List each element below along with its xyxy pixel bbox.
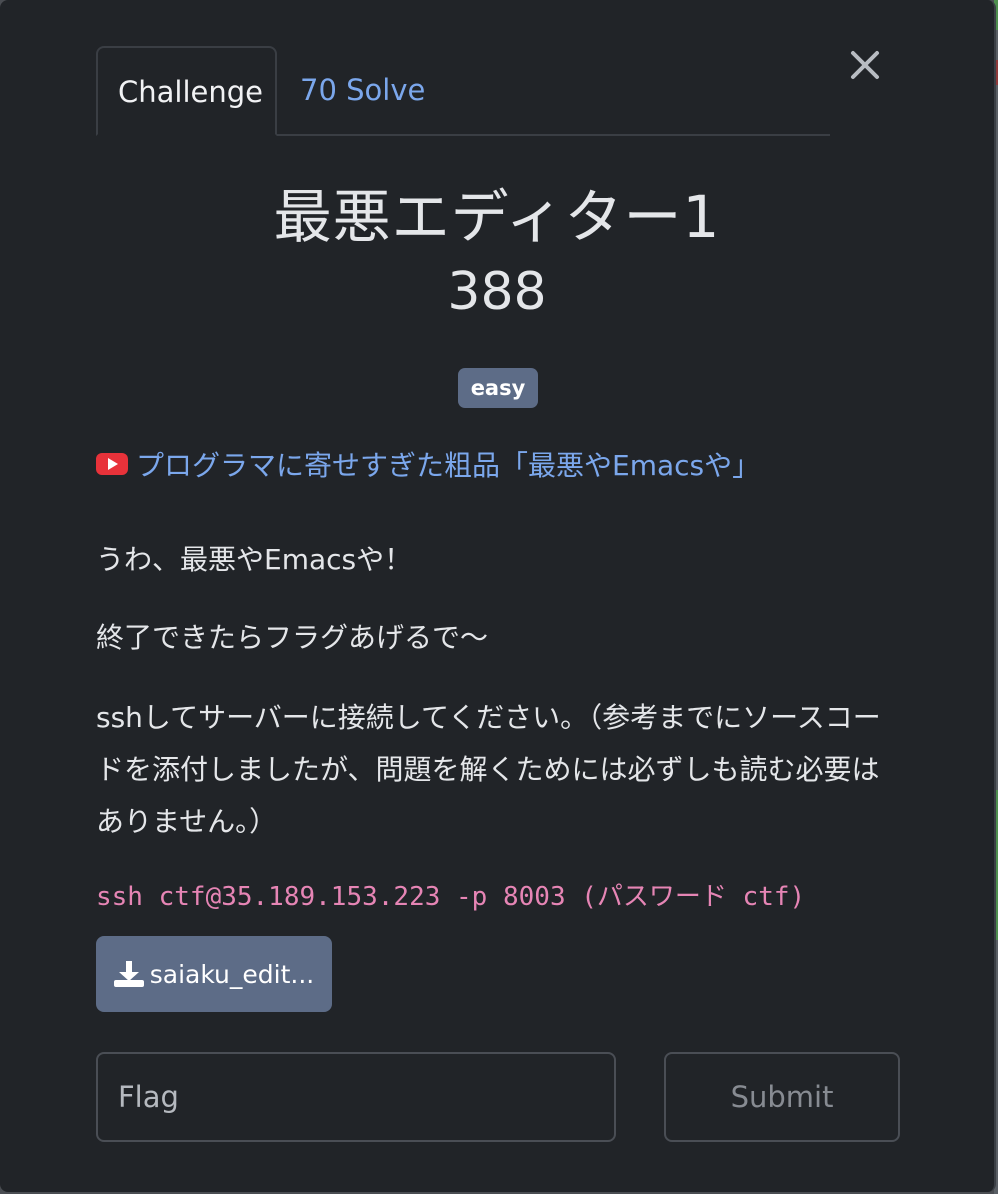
description-line-3: sshしてサーバーに接続してください。（参考までにソースコードを添付しましたが、… xyxy=(96,701,881,838)
close-icon[interactable] xyxy=(846,46,884,84)
tab-solves[interactable]: 70 Solve xyxy=(280,46,445,134)
video-link-row[interactable]: プログラマに寄せすぎた粗品「最悪やEmacsや」 xyxy=(96,442,760,486)
tab-bar: Challenge 70 Solve xyxy=(96,46,830,136)
submit-button[interactable]: Submit xyxy=(664,1052,900,1142)
description-line-1: うわ、最悪やEmacsや！ xyxy=(96,543,413,576)
video-link[interactable]: プログラマに寄せすぎた粗品「最悪やEmacsや」 xyxy=(136,444,760,484)
challenge-modal: Challenge 70 Solve 最悪エディター1 388 easy プログ… xyxy=(0,0,996,1192)
challenge-title: 最悪エディター1 xyxy=(273,183,721,251)
download-icon xyxy=(113,961,144,987)
attachment-download-button[interactable]: saiaku_edit... xyxy=(96,936,332,1012)
attachment-filename: saiaku_edit... xyxy=(149,959,315,989)
challenge-points: 388 xyxy=(447,262,547,322)
difficulty-badge: easy xyxy=(458,368,538,408)
flag-input[interactable] xyxy=(96,1052,616,1142)
tab-challenge[interactable]: Challenge xyxy=(96,46,277,136)
ssh-command: ssh ctf@35.189.153.223 -p 8003 (パスワード ct… xyxy=(96,882,806,912)
description-line-2: 終了できたらフラグあげるで〜 xyxy=(96,621,489,654)
youtube-icon xyxy=(96,453,128,475)
